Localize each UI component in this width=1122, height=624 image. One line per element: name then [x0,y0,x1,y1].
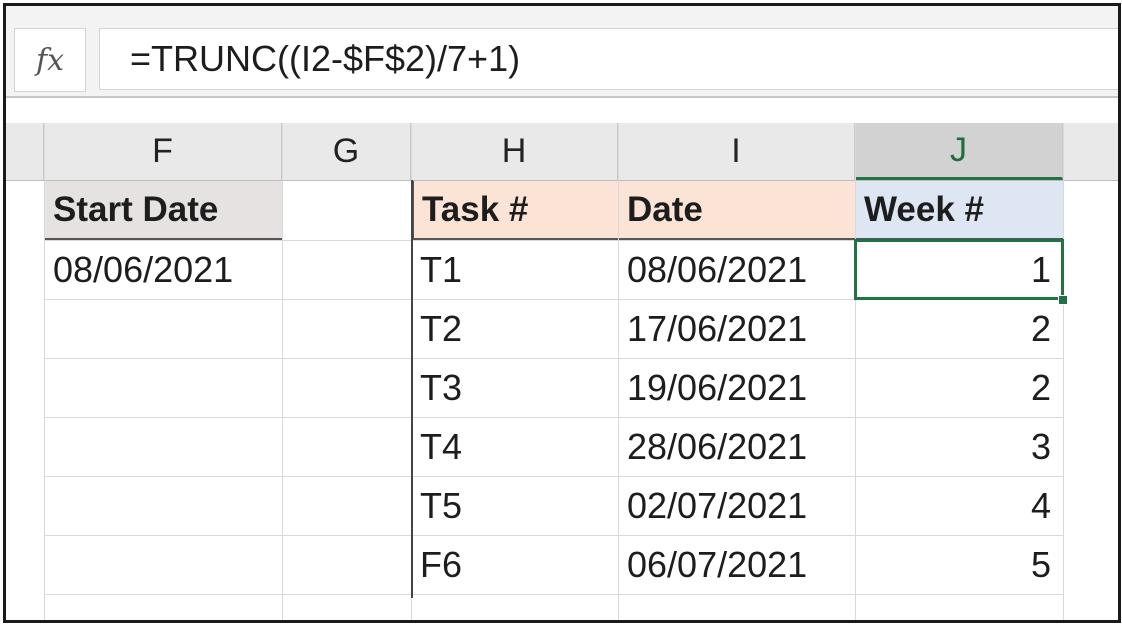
date-cell[interactable]: 02/07/2021 [619,477,855,535]
start-date-header-cell[interactable]: Start Date [45,181,282,240]
fill-handle[interactable] [1058,295,1068,305]
gridline [44,594,1063,595]
table-left-border [411,180,413,598]
column-header-g[interactable]: G [282,123,411,180]
task-header-cell[interactable]: Task # [412,181,618,240]
fx-icon: fx [35,42,65,78]
date-cell[interactable]: 28/06/2021 [619,418,855,476]
start-date-value-cell[interactable]: 08/06/2021 [45,241,282,299]
column-header-row: F G H I J [6,123,1118,181]
date-cell[interactable]: 19/06/2021 [619,359,855,417]
week-cell[interactable]: 2 [856,300,1063,358]
formula-input[interactable]: =TRUNC((I2-$F$2)/7+1) [99,28,1118,90]
column-header-f[interactable]: F [44,123,282,180]
insert-function-button[interactable]: fx [14,28,86,92]
task-cell[interactable]: T3 [412,359,618,417]
week-cell[interactable]: 4 [856,477,1063,535]
task-cell[interactable]: T2 [412,300,618,358]
week-header-cell[interactable]: Week # [856,181,1063,240]
task-cell[interactable]: T4 [412,418,618,476]
gridline [1063,123,1064,620]
date-cell[interactable]: 06/07/2021 [619,536,855,594]
task-cell[interactable]: T1 [412,241,618,299]
task-cell[interactable]: T5 [412,477,618,535]
date-cell[interactable]: 17/06/2021 [619,300,855,358]
task-cell[interactable]: F6 [412,536,618,594]
select-all-corner[interactable] [6,123,44,180]
date-cell[interactable]: 08/06/2021 [619,241,855,299]
formula-bar: fx =TRUNC((I2-$F$2)/7+1) [6,6,1118,98]
week-cell[interactable]: 3 [856,418,1063,476]
active-cell-selection[interactable] [854,239,1064,300]
column-header-j[interactable]: J [855,123,1063,180]
spreadsheet-window: fx =TRUNC((I2-$F$2)/7+1) F G H I J Start… [3,3,1121,623]
gridline [282,123,283,620]
column-header-i[interactable]: I [618,123,855,180]
week-cell[interactable]: 5 [856,536,1063,594]
date-header-cell[interactable]: Date [619,181,855,240]
column-header-h[interactable]: H [411,123,618,180]
week-cell[interactable]: 2 [856,359,1063,417]
formula-text: =TRUNC((I2-$F$2)/7+1) [130,38,521,79]
